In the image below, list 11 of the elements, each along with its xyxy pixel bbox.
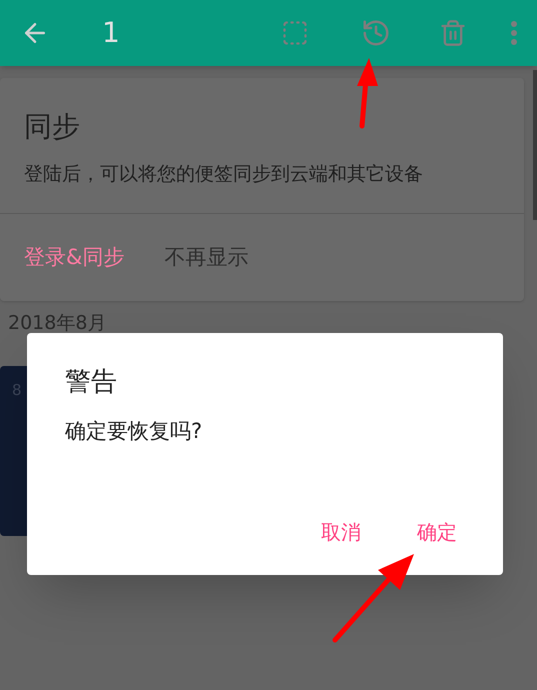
more-icon: [511, 21, 517, 45]
card-action-button[interactable]: 不再显示: [164, 242, 248, 273]
card-title: 同步: [24, 109, 81, 145]
dialog-button[interactable]: 取消: [321, 517, 361, 547]
card-message: 登陆后，可以将您的便签同步到云端和其它设备: [24, 162, 424, 187]
dialog-title: 警告: [65, 366, 118, 399]
selection-count: 1: [102, 15, 120, 51]
dialog-message: 确定要恢复吗?: [65, 418, 204, 445]
section-header: 2018年8月: [7, 311, 108, 336]
card-action-button[interactable]: 登录&同步: [24, 242, 124, 273]
dialog-button[interactable]: 确定: [417, 517, 457, 547]
